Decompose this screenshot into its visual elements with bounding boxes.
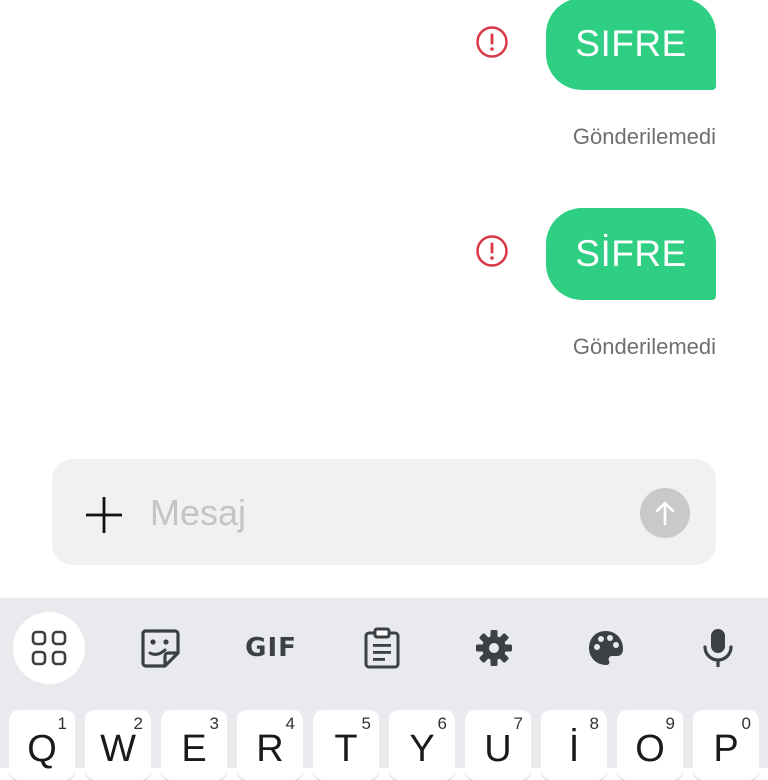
palette-icon[interactable]: [570, 612, 642, 684]
key-w[interactable]: 2W: [85, 710, 151, 780]
apps-grid-icon[interactable]: [13, 612, 85, 684]
key-u[interactable]: 7U: [465, 710, 531, 780]
keyboard-toolbar: GIF: [0, 598, 768, 698]
key-t[interactable]: 5T: [313, 710, 379, 780]
message-status: Gönderilemedi: [572, 124, 716, 149]
keyboard-row-top: 1Q 2W 3E 4R 5T 6Y 7U 8İ 9O 0P: [0, 710, 768, 780]
gif-label: GIF: [245, 633, 297, 663]
key-y[interactable]: 6Y: [389, 710, 455, 780]
key-p[interactable]: 0P: [693, 710, 759, 780]
keyboard: GIF 1 Q 2 W 3 E 4 R 5 T 6 Y 7 U 8 İ 9 O …: [0, 598, 768, 780]
send-button[interactable]: [640, 488, 690, 538]
microphone-icon[interactable]: [682, 612, 754, 684]
message-input[interactable]: [148, 487, 612, 539]
message-composer: [52, 459, 716, 565]
settings-gear-icon[interactable]: [458, 612, 530, 684]
arrow-up-icon: [655, 501, 675, 526]
key-o[interactable]: 9O: [617, 710, 683, 780]
message-status: Gönderilemedi: [572, 334, 716, 359]
plus-icon[interactable]: [86, 497, 122, 533]
gif-icon[interactable]: GIF: [235, 612, 307, 684]
message-text: SIFRE: [575, 23, 687, 64]
message-text: SİFRE: [575, 233, 687, 274]
key-e[interactable]: 3E: [161, 710, 227, 780]
clipboard-icon[interactable]: [346, 612, 418, 684]
error-circle-icon[interactable]: [476, 26, 508, 58]
error-circle-icon[interactable]: [476, 235, 508, 267]
key-q[interactable]: 1Q: [9, 710, 75, 780]
key-i-dotted[interactable]: 8İ: [541, 710, 607, 780]
message-bubble[interactable]: SİFRE: [546, 208, 716, 300]
sticker-icon[interactable]: [124, 612, 196, 684]
key-r[interactable]: 4R: [237, 710, 303, 780]
message-bubble[interactable]: SIFRE: [546, 0, 716, 90]
